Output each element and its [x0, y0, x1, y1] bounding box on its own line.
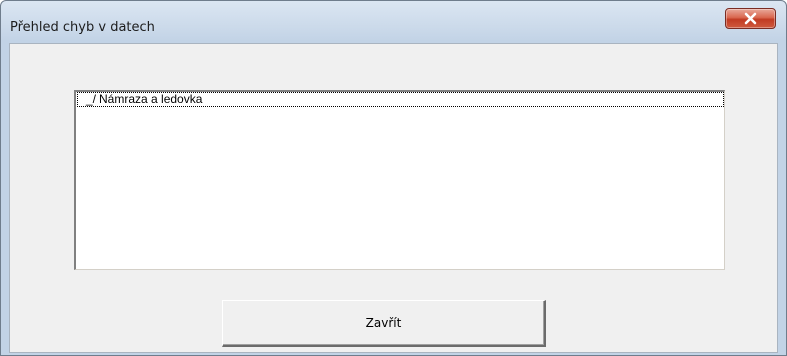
list-item-prefix: _/	[85, 92, 96, 106]
window-close-button[interactable]	[725, 8, 776, 29]
window-title: Přehled chyb v datech	[10, 20, 155, 35]
dialog-window: Přehled chyb v datech _/Námraza a ledovk…	[0, 0, 787, 356]
close-button[interactable]: Zavřít	[222, 300, 546, 347]
dialog-client-area: _/Námraza a ledovka Zavřít	[9, 43, 778, 353]
list-item[interactable]: _/Námraza a ledovka	[77, 92, 724, 107]
list-item-label: Námraza a ledovka	[99, 92, 203, 106]
title-bar[interactable]: Přehled chyb v datech	[1, 1, 786, 43]
close-icon	[744, 12, 757, 25]
error-list[interactable]: _/Námraza a ledovka	[74, 90, 725, 270]
